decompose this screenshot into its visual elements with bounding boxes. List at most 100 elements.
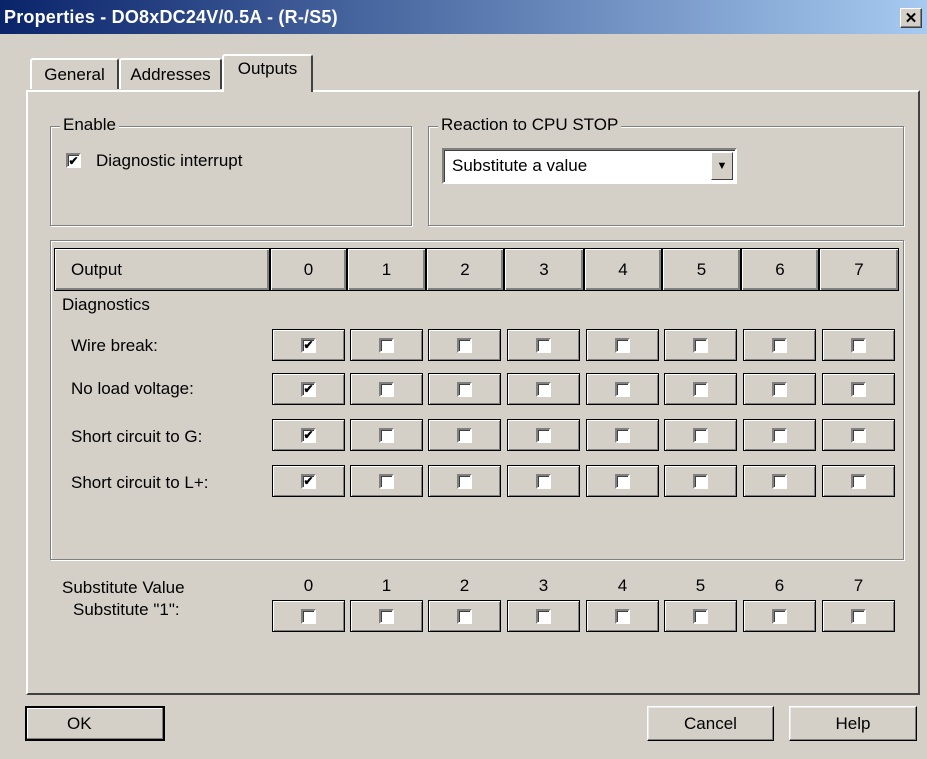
checkbox[interactable]: ✔ (301, 427, 316, 443)
substitute-column-label: 5 (695, 576, 706, 595)
row-label-no-load-voltage: No load voltage: (71, 379, 194, 398)
checkbox[interactable] (301, 608, 316, 624)
ok-button[interactable]: OK (25, 706, 165, 741)
tab-addresses[interactable]: Addresses (119, 58, 222, 89)
cancel-button[interactable]: Cancel (647, 706, 774, 741)
diag-cell (586, 419, 659, 451)
checkbox[interactable] (457, 473, 472, 489)
checkbox[interactable] (536, 608, 551, 624)
diag-cell (350, 465, 423, 497)
diag-cell (743, 419, 816, 451)
checkbox[interactable] (615, 473, 630, 489)
checkbox[interactable]: ✔ (301, 337, 316, 353)
checkbox[interactable] (379, 608, 394, 624)
substitute-column-label: 0 (303, 576, 314, 595)
checkbox[interactable] (693, 381, 708, 397)
diag-cell (664, 465, 737, 497)
cpu-stop-selected-value: Substitute a value (452, 156, 588, 175)
tab-addresses-label: Addresses (130, 64, 211, 84)
substitute-column-label: 3 (538, 576, 549, 595)
checkbox[interactable] (772, 381, 787, 397)
checkbox[interactable] (615, 427, 630, 443)
close-icon: ✕ (904, 9, 918, 27)
checkbox[interactable] (693, 337, 708, 353)
checkbox[interactable] (851, 381, 866, 397)
checkbox[interactable] (693, 473, 708, 489)
diag-cell (507, 419, 580, 451)
diag-cell: ✔ (272, 373, 345, 405)
diag-cell (428, 329, 501, 361)
checkbox[interactable] (772, 337, 787, 353)
diagnostic-interrupt-checkbox[interactable]: ✔ (66, 153, 81, 168)
checkbox[interactable] (457, 381, 472, 397)
diag-cell (428, 465, 501, 497)
diag-cell (664, 329, 737, 361)
substitute-column-label: 7 (853, 576, 864, 595)
tab-outputs[interactable]: Outputs (222, 54, 313, 92)
substitute-cell (272, 600, 345, 632)
diag-cell (743, 465, 816, 497)
checkbox[interactable] (457, 337, 472, 353)
checkbox[interactable] (851, 473, 866, 489)
diag-cell (507, 373, 580, 405)
checkbox[interactable] (536, 473, 551, 489)
cpu-stop-group-label: Reaction to CPU STOP (438, 115, 622, 135)
substitute-column-label: 6 (774, 576, 785, 595)
column-header-4: 4 (584, 248, 662, 291)
checkbox[interactable] (615, 608, 630, 624)
row-label-short-circuit-g: Short circuit to G: (71, 427, 203, 446)
substitute-cell (743, 600, 816, 632)
substitute-cell (350, 600, 423, 632)
column-header-5: 5 (662, 248, 741, 291)
checkmark-icon: ✔ (303, 382, 314, 396)
help-button[interactable]: Help (789, 706, 917, 741)
tab-general-label: General (44, 64, 105, 84)
substitute-column-label: 4 (617, 576, 628, 595)
checkmark-icon: ✔ (68, 153, 79, 168)
checkbox[interactable] (851, 337, 866, 353)
checkbox[interactable] (457, 427, 472, 443)
output-column-header: Output (54, 248, 270, 291)
checkbox[interactable] (379, 381, 394, 397)
diag-cell (664, 419, 737, 451)
checkbox[interactable] (615, 337, 630, 353)
close-button[interactable]: ✕ (900, 8, 922, 28)
checkbox[interactable] (536, 381, 551, 397)
diag-cell (586, 329, 659, 361)
diag-cell (350, 419, 423, 451)
diag-cell: ✔ (272, 329, 345, 361)
cpu-stop-dropdown[interactable]: Substitute a value ▼ (442, 148, 737, 184)
checkbox[interactable] (693, 427, 708, 443)
checkbox[interactable] (457, 608, 472, 624)
checkbox[interactable] (772, 473, 787, 489)
tab-general[interactable]: General (30, 58, 119, 89)
substitute-1-label: Substitute "1": (73, 600, 180, 619)
enable-group (50, 126, 412, 226)
diag-cell (822, 465, 895, 497)
diag-cell: ✔ (272, 465, 345, 497)
checkmark-icon: ✔ (303, 474, 314, 488)
substitute-value-label: Substitute Value (62, 578, 185, 597)
dropdown-arrow-icon[interactable]: ▼ (711, 152, 733, 180)
column-header-2: 2 (426, 248, 504, 291)
checkbox[interactable] (851, 427, 866, 443)
checkbox[interactable] (379, 427, 394, 443)
checkbox[interactable] (536, 337, 551, 353)
checkbox[interactable] (851, 608, 866, 624)
row-label-short-circuit-lplus: Short circuit to L+: (71, 473, 209, 492)
diag-cell (507, 465, 580, 497)
checkbox[interactable] (379, 337, 394, 353)
checkbox[interactable] (772, 608, 787, 624)
diag-cell (743, 329, 816, 361)
diag-cell (822, 329, 895, 361)
checkbox[interactable] (772, 427, 787, 443)
column-header-0: 0 (270, 248, 347, 291)
checkbox[interactable] (379, 473, 394, 489)
checkbox[interactable] (536, 427, 551, 443)
checkbox[interactable] (693, 608, 708, 624)
diag-cell (664, 373, 737, 405)
checkbox[interactable] (615, 381, 630, 397)
checkbox[interactable]: ✔ (301, 473, 316, 489)
checkbox[interactable]: ✔ (301, 381, 316, 397)
checkmark-icon: ✔ (303, 428, 314, 442)
